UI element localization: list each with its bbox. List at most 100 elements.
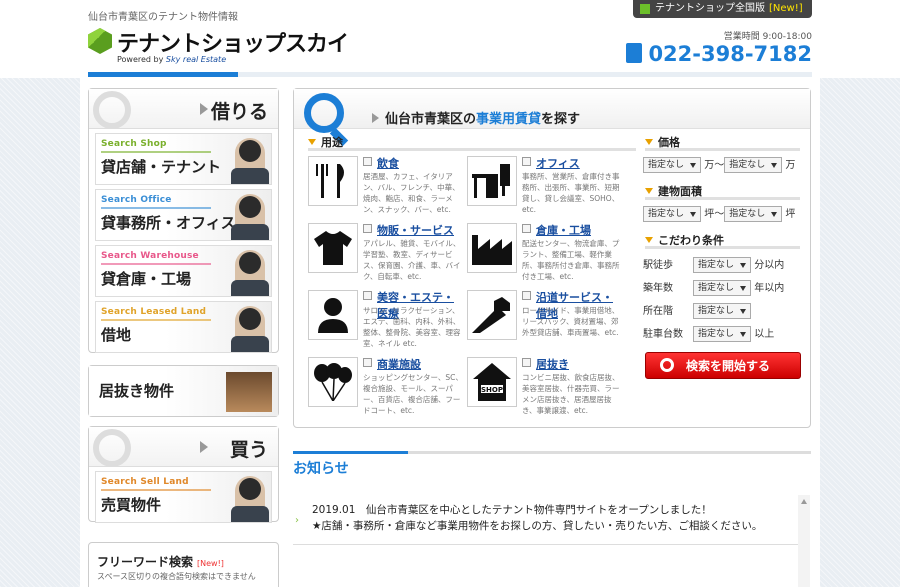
chevron-right-icon: ›	[295, 515, 299, 526]
buy-box: 買う Search Sell Land 売買物件	[88, 426, 279, 523]
use-label[interactable]: 商業施設	[377, 356, 421, 372]
shop-photo	[226, 372, 272, 412]
area-min-select[interactable]: 指定なし	[643, 206, 702, 222]
balloons-icon	[308, 357, 358, 407]
category-sell-land[interactable]: Search Sell Land 売買物件	[95, 471, 272, 523]
phone-number[interactable]: 022-398-7182	[626, 42, 812, 66]
use-label[interactable]: 物販・サービス	[377, 222, 454, 238]
news-title: お知らせ	[293, 461, 349, 477]
checkbox[interactable]	[363, 224, 372, 233]
person-photo	[231, 138, 269, 184]
checkbox[interactable]	[363, 358, 372, 367]
checkbox[interactable]	[363, 291, 372, 300]
buy-header: 買う	[89, 427, 278, 467]
use-label[interactable]: オフィス	[536, 155, 580, 171]
news-item: 2019.01 仙台市青葉区を中心としたテナント物件専門サイトをオープンしました…	[312, 504, 763, 532]
use-label[interactable]: 居抜き	[536, 356, 569, 372]
cond-unit: 分以内	[754, 260, 785, 271]
rent-box: 借りる Search Shop 貸店舗・テナント Search Office 貸…	[88, 88, 279, 353]
arrow-icon	[200, 441, 208, 453]
category-jp-label: 貸店舗・テナント	[101, 158, 222, 176]
area-unit: 坪	[785, 209, 796, 220]
use-item-beauty[interactable]: 美容・エステ・医療 サロン、リラクゼーション、エステ、歯科、内科、外科、整体、整…	[308, 290, 463, 348]
desk-icon	[467, 156, 517, 206]
price-range: 指定なし 万〜 指定なし 万	[643, 156, 795, 173]
person-photo	[231, 250, 269, 296]
checkbox[interactable]	[522, 291, 531, 300]
magnifier-icon	[93, 91, 131, 129]
news-scrollbar[interactable]	[798, 495, 810, 587]
category-shop[interactable]: Search Shop 貸店舗・テナント	[95, 133, 272, 185]
age-select[interactable]: 指定なし	[693, 280, 752, 296]
use-item-inuki[interactable]: SHOP 居抜き コンビニ居抜、飲食店居抜、美容室居抜、什器売買、ラーメン店居抜…	[467, 357, 622, 415]
national-site-button[interactable]: テナントショップ全国版 [New!]	[633, 0, 812, 18]
free-word-search: フリーワード検索 [New!] スペース区切りの複合語句検索はできません	[88, 542, 279, 587]
use-desc: ロードサイド、事業用借地、リースバック、資材置場、郊外型貸店舗、車両置場、etc…	[522, 306, 620, 337]
price-max-select[interactable]: 指定なし	[724, 157, 783, 173]
category-jp-label: 居抜き物件	[99, 382, 175, 400]
category-en-label: Search Shop	[101, 139, 211, 153]
price-min-select[interactable]: 指定なし	[643, 157, 702, 173]
category-warehouse[interactable]: Search Warehouse 貸倉庫・工場	[95, 245, 272, 297]
road-icon	[467, 290, 517, 340]
walk-select[interactable]: 指定なし	[693, 257, 752, 273]
person-icon	[308, 290, 358, 340]
price-unit: 万〜	[704, 160, 725, 171]
arrow-icon	[372, 113, 379, 123]
use-item-roadside[interactable]: 沿道サービス・借地 ロードサイド、事業用借地、リースバック、資材置場、郊外型貸店…	[467, 290, 622, 348]
use-desc: 事務所、営業所、倉庫付き事務所、出張所、事業所、短期貸し、貸し会議室、SOHO、…	[522, 172, 620, 214]
site-tagline: 仙台市青葉区のテナント物件情報	[88, 12, 238, 23]
logo-cube-icon[interactable]	[88, 28, 112, 54]
cond-label: 駅徒歩	[643, 260, 673, 271]
divider	[645, 197, 800, 200]
use-item-retail[interactable]: 物販・サービス アパレル、雑貨、モバイル、学習塾、教室、ディサービス、保育園、介…	[308, 223, 463, 281]
use-desc: 配送センター、物流倉庫、プラント、整備工場、軽作業所、事務所付き倉庫、事務所付き…	[522, 239, 620, 281]
news-list: › 2019.01 仙台市青葉区を中心としたテナント物件専門サイトをオープンしま…	[293, 495, 798, 545]
search-title: 仙台市青葉区の事業用賃貸を探す	[372, 108, 580, 127]
use-item-warehouse[interactable]: 倉庫・工場 配送センター、物流倉庫、プラント、整備工場、軽作業所、事務所付き倉庫…	[467, 223, 622, 281]
floor-select[interactable]: 指定なし	[693, 303, 752, 319]
site-logo[interactable]: テナントショップスカイ	[117, 26, 349, 58]
price-unit: 万	[785, 160, 796, 171]
cond-unit: 以上	[754, 329, 775, 340]
category-office[interactable]: Search Office 貸事務所・オフィス	[95, 189, 272, 241]
powered-by: Powered by Sky real Estate	[117, 55, 227, 64]
area-max-select[interactable]: 指定なし	[724, 206, 783, 222]
use-label[interactable]: 倉庫・工場	[536, 222, 591, 238]
divider	[645, 148, 800, 151]
checkbox[interactable]	[363, 157, 372, 166]
area-unit: 坪〜	[704, 209, 725, 220]
category-jp-label: 貸事務所・オフィス	[101, 214, 236, 232]
divider	[645, 246, 800, 249]
magnifier-icon	[304, 93, 344, 133]
person-photo	[231, 476, 269, 522]
category-leased-land[interactable]: Search Leased Land 借地	[95, 301, 272, 353]
news-divider	[293, 451, 811, 454]
parking-select[interactable]: 指定なし	[693, 326, 752, 342]
inuki-box: 居抜き物件	[88, 365, 279, 417]
shop-house-icon: SHOP	[467, 357, 517, 407]
search-start-button[interactable]: 検索を開始する	[645, 352, 801, 379]
rent-title: 借りる	[210, 101, 268, 123]
use-item-commercial[interactable]: 商業施設 ショッピングセンター、SC、複合施設、モール、スーパー、百貨店、複合店…	[308, 357, 463, 415]
use-desc: サロン、リラクゼーション、エステ、歯科、内科、外科、整体、整骨院、美容室、理容室…	[363, 306, 461, 348]
magnifier-icon	[93, 429, 131, 467]
checkbox[interactable]	[522, 157, 531, 166]
cond-age: 築年数 指定なし 年以内	[643, 279, 784, 296]
cond-label: 所在階	[643, 306, 673, 317]
free-search-title: フリーワード検索 [New!]	[97, 555, 224, 569]
cond-parking: 駐車台数 指定なし 以上	[643, 325, 774, 342]
cond-unit: 年以内	[754, 283, 785, 294]
checkbox[interactable]	[522, 358, 531, 367]
fork-knife-icon	[308, 156, 358, 206]
use-label[interactable]: 飲食	[377, 155, 399, 171]
cond-label: 築年数	[643, 283, 673, 294]
checkbox[interactable]	[522, 224, 531, 233]
cond-floor: 所在階 指定なし	[643, 302, 752, 319]
use-item-food[interactable]: 飲食 居酒屋、カフェ、イタリアン、バル、フレンチ、中華、焼肉、鮨店、和食、ラーメ…	[308, 156, 463, 214]
use-desc: 居酒屋、カフェ、イタリアン、バル、フレンチ、中華、焼肉、鮨店、和食、ラーメン、ス…	[363, 172, 460, 214]
free-search-note: スペース区切りの複合語句検索はできません	[97, 572, 256, 581]
category-inuki[interactable]: 居抜き物件	[89, 366, 278, 416]
cond-label: 駐車台数	[643, 329, 683, 340]
use-item-office[interactable]: オフィス 事務所、営業所、倉庫付き事務所、出張所、事業所、短期貸し、貸し会議室、…	[467, 156, 622, 214]
